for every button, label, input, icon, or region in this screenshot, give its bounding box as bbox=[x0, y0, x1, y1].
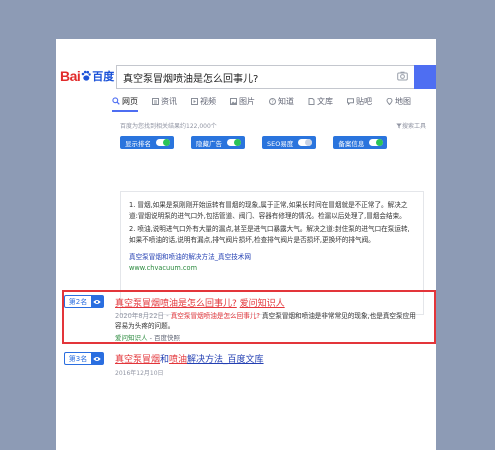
answer-source-url: www.chvacuum.com bbox=[129, 263, 198, 272]
tab-label: 网页 bbox=[122, 96, 138, 106]
rank-label: 第2名 bbox=[68, 297, 88, 306]
answer-source-link[interactable]: 真空泵冒烟和喷油的解决方法_真空技术网 bbox=[129, 252, 415, 263]
snapshot-link[interactable]: - 百度快照 bbox=[148, 334, 180, 342]
eye-icon[interactable] bbox=[91, 353, 103, 364]
snippet-highlight: 真空泵冒烟喷油是怎么回事儿? bbox=[170, 312, 260, 320]
result-title-query[interactable]: 喷油 bbox=[169, 355, 187, 365]
answer-point: 1. 冒烟,如果是泵刚刚开始运转有冒烟的现象,属于正常,如果长时间在冒烟就是不正… bbox=[129, 201, 408, 220]
tab-label: 贴吧 bbox=[356, 96, 372, 106]
search-results-page: Bai 百度 网页 资讯 视频 图片 bbox=[56, 39, 436, 450]
result-snippet: 2020年8月22日 - 真空泵冒烟喷油是怎么回事儿? 真空泵冒烟和喷油是非常常… bbox=[115, 311, 421, 331]
tab-label: 知道 bbox=[278, 96, 294, 106]
tab-tieba[interactable]: 贴吧 bbox=[347, 92, 372, 110]
nav-tabs: 网页 资讯 视频 图片 ? 知道 文库 贴吧 地图 bbox=[56, 92, 436, 110]
toggle-switch[interactable] bbox=[227, 139, 241, 146]
question-icon: ? bbox=[269, 97, 276, 105]
tab-images[interactable]: 图片 bbox=[230, 92, 255, 110]
toggle-show-rank[interactable]: 显示排名 bbox=[120, 136, 174, 149]
toggle-label: 显示排名 bbox=[125, 139, 151, 148]
result-title-query[interactable]: 真空泵冒烟 bbox=[115, 355, 160, 365]
tab-label: 资讯 bbox=[161, 96, 177, 106]
toggle-hide-ads[interactable]: 隐藏广告 bbox=[191, 136, 245, 149]
tab-label: 图片 bbox=[239, 96, 255, 106]
toggle-seo[interactable]: SEO易度 bbox=[262, 136, 317, 149]
rank-label: 第3名 bbox=[68, 354, 88, 363]
tab-video[interactable]: 视频 bbox=[191, 92, 216, 110]
search-tools[interactable]: 搜索工具 bbox=[396, 121, 426, 130]
result-date: 2016年12月10日 bbox=[115, 370, 164, 377]
toggle-switch[interactable] bbox=[369, 139, 384, 146]
result-title[interactable]: 真空泵冒烟喷油是怎么回事儿? 爱问知识人 bbox=[115, 296, 285, 309]
toggle-label: 备案信息 bbox=[338, 139, 365, 148]
result-title-site[interactable]: 爱问知识人 bbox=[240, 299, 285, 309]
forum-icon bbox=[347, 97, 354, 105]
tab-news[interactable]: 资讯 bbox=[152, 92, 177, 110]
rank-badge: 第2名 bbox=[64, 295, 104, 308]
result-title[interactable]: 真空泵冒烟和喷油解决方法_百度文库 bbox=[115, 352, 264, 365]
baidu-logo[interactable]: Bai 百度 bbox=[60, 63, 114, 89]
tab-label: 文库 bbox=[317, 96, 333, 106]
search-box bbox=[116, 65, 414, 89]
result-site[interactable]: 爱问知识人 - 百度快照 bbox=[115, 332, 180, 342]
tab-web[interactable]: 网页 bbox=[112, 92, 138, 110]
rank-badge: 第3名 bbox=[64, 352, 104, 365]
results-count: 百度为您找到相关结果约122,000个 bbox=[120, 123, 217, 130]
map-icon bbox=[386, 97, 393, 105]
toggle-switch[interactable] bbox=[298, 139, 313, 146]
plugin-toggles: 显示排名 隐藏广告 SEO易度 备案信息 bbox=[120, 136, 404, 149]
result-date: 2020年8月22日 - bbox=[115, 312, 171, 320]
toggle-switch[interactable] bbox=[156, 139, 170, 146]
camera-icon[interactable] bbox=[397, 71, 408, 81]
eye-icon[interactable] bbox=[91, 296, 103, 307]
result-meta: 2016年12月10日 bbox=[115, 368, 164, 377]
result-title-site[interactable]: 解决方法_百度文库 bbox=[187, 355, 264, 365]
title-joiner: 和 bbox=[160, 355, 170, 365]
search-button[interactable] bbox=[414, 65, 436, 89]
svg-text:?: ? bbox=[271, 99, 274, 105]
result-title-query[interactable]: 真空泵冒烟喷油是怎么回事儿? bbox=[115, 299, 237, 309]
document-icon bbox=[308, 97, 315, 105]
active-tab-indicator bbox=[112, 110, 138, 112]
toggle-label: SEO易度 bbox=[267, 139, 294, 148]
answer-point: 2. 喷油,说明进气口外有大量的漏点,甚至是进气口暴露大气。解决之道:封住泵的进… bbox=[129, 225, 410, 244]
result-site-name[interactable]: 爱问知识人 bbox=[115, 334, 148, 342]
tab-label: 地图 bbox=[395, 96, 411, 106]
tab-zhidao[interactable]: ? 知道 bbox=[269, 92, 294, 110]
tab-wenku[interactable]: 文库 bbox=[308, 92, 333, 110]
paw-icon bbox=[81, 70, 92, 81]
search-input[interactable] bbox=[117, 70, 395, 84]
tab-label: 视频 bbox=[200, 96, 216, 106]
results-meta: 百度为您找到相关结果约122,000个 搜索工具 bbox=[120, 121, 426, 130]
news-icon bbox=[152, 97, 159, 105]
video-icon bbox=[191, 97, 198, 105]
search-icon bbox=[112, 97, 120, 105]
logo-text-chinese: 百度 bbox=[92, 70, 115, 83]
tab-map[interactable]: 地图 bbox=[386, 92, 411, 110]
search-tools-label: 搜索工具 bbox=[401, 123, 426, 130]
image-icon bbox=[230, 97, 237, 105]
toggle-label: 隐藏广告 bbox=[196, 139, 222, 148]
logo-text-latin: Bai bbox=[60, 68, 81, 84]
toggle-record[interactable]: 备案信息 bbox=[333, 136, 388, 149]
